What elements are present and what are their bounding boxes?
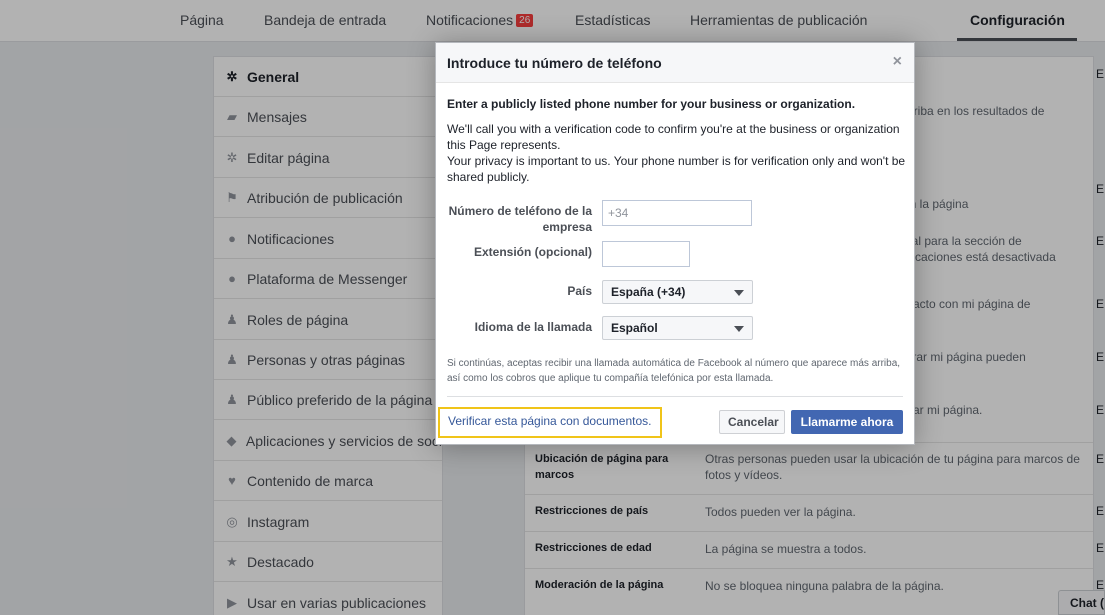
dialog-description-privacy: Your privacy is important to us. Your ph… — [447, 154, 906, 184]
call-me-now-button[interactable]: Llamarme ahora — [791, 410, 903, 434]
dialog-footer-divider — [447, 396, 903, 397]
call-language-select[interactable]: Español — [602, 316, 753, 340]
dialog-description: We'll call you with a verification code … — [447, 121, 907, 185]
extension-input[interactable] — [602, 241, 690, 267]
cancel-button[interactable]: Cancelar — [719, 410, 785, 434]
chevron-down-icon — [734, 290, 744, 296]
dialog-header: Introduce tu número de teléfono × — [436, 43, 914, 83]
dialog-lead-text: Enter a publicly listed phone number for… — [447, 97, 856, 111]
verify-link-highlight: Verificar esta página con documentos. — [438, 407, 662, 438]
chevron-down-icon — [734, 326, 744, 332]
language-field-label: Idioma de la llamada — [474, 320, 592, 334]
country-select-value: España (+34) — [611, 285, 686, 299]
call-disclaimer: Si continúas, aceptas recibir una llamad… — [447, 358, 901, 384]
dialog-title: Introduce tu número de teléfono — [447, 55, 662, 71]
language-select-value: Español — [611, 321, 658, 335]
close-icon[interactable]: × — [893, 53, 902, 71]
country-field-label: País — [567, 284, 592, 298]
verify-with-documents-link[interactable]: Verificar esta página con documentos. — [448, 414, 651, 428]
dialog-description-call: We'll call you with a verification code … — [447, 122, 900, 152]
country-select[interactable]: España (+34) — [602, 280, 753, 304]
phone-field-label: Número de teléfono de la empresa — [448, 204, 592, 234]
extension-field-label: Extensión (opcional) — [473, 245, 592, 259]
phone-verification-dialog: Introduce tu número de teléfono × Enter … — [435, 42, 915, 445]
phone-number-input[interactable] — [602, 200, 752, 226]
